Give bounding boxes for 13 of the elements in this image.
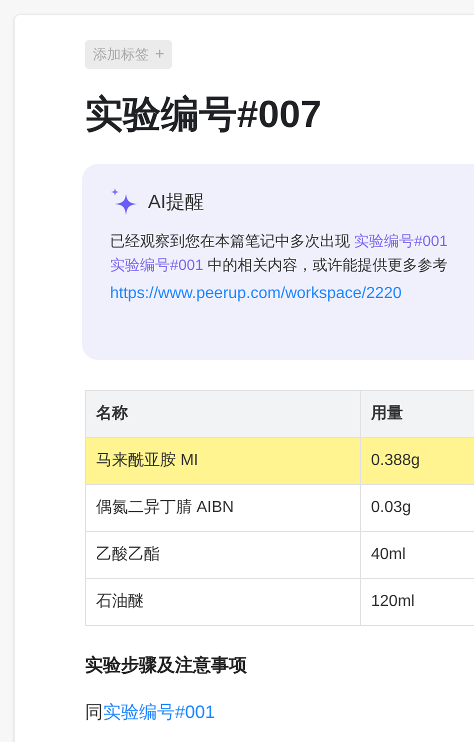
table-cell: 石油醚 xyxy=(86,578,360,626)
reference-text: 同实验编号#001 xyxy=(85,701,216,724)
section-heading: 实验步骤及注意事项 xyxy=(85,654,248,677)
note-link[interactable]: 实验编号#001 xyxy=(354,233,448,250)
ai-notice-title: AI提醒 xyxy=(148,190,204,215)
ai-notice-text: 已经观察到您在本篇笔记中多次出现 实验编号#001 xyxy=(110,232,449,252)
add-tag-button[interactable]: 添加标签 + xyxy=(85,40,172,69)
column-header: 名称 xyxy=(86,390,360,438)
url-link[interactable]: https://www.peerup.com/workspace/2220 xyxy=(110,282,474,306)
note-link[interactable]: 实验编号#001 xyxy=(110,257,204,274)
page-title: 实验编号#007 xyxy=(85,93,323,138)
ai-notice-text: 实验编号#001 中的相关内容，或许能提供更多参考 xyxy=(110,256,449,276)
note-link[interactable]: 实验编号#001 xyxy=(103,702,216,722)
